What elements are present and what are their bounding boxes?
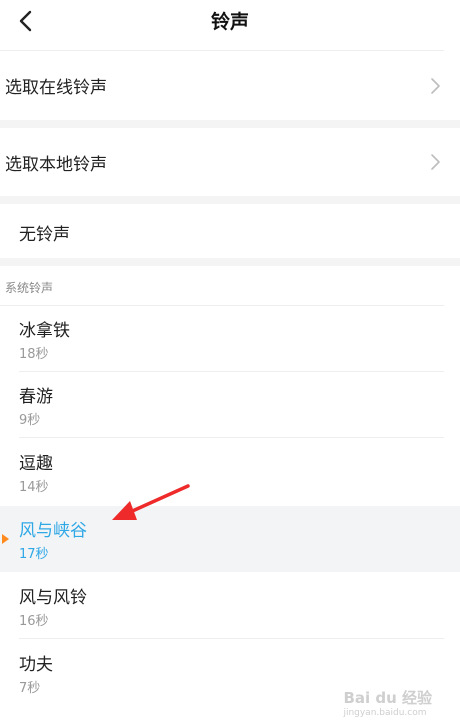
ringtone-duration: 7秒 (19, 681, 41, 696)
divider (19, 638, 444, 639)
ringtone-list-item[interactable]: 风与风铃 16秒 (0, 573, 460, 639)
ringtone-name: 春游 (19, 387, 53, 407)
chevron-right-icon (430, 152, 442, 172)
page-title: 铃声 (210, 11, 249, 33)
select-local-ringtone-row[interactable]: 选取本地铃声 (0, 128, 460, 196)
select-local-ringtone-label: 选取本地铃声 (5, 155, 107, 175)
ringtone-name: 功夫 (19, 655, 53, 675)
watermark-logo: Bai du 经验 jingyan.baidu.com (343, 689, 432, 718)
section-gap (0, 196, 460, 204)
section-gap (0, 120, 460, 128)
ringtone-duration: 9秒 (19, 413, 41, 428)
ringtone-duration: 14秒 (19, 480, 49, 495)
ringtone-list-item[interactable]: 冰拿铁 18秒 (0, 306, 460, 372)
ringtone-duration: 17秒 (19, 547, 49, 562)
divider (19, 437, 444, 438)
no-ringtone-label: 无铃声 (19, 225, 70, 245)
chevron-right-icon (430, 76, 442, 96)
section-gap (0, 258, 460, 266)
select-online-ringtone-row[interactable]: 选取在线铃声 (0, 51, 460, 120)
ringtone-name: 风与风铃 (19, 588, 87, 608)
ringtone-duration: 16秒 (19, 614, 49, 629)
ringtone-duration: 18秒 (19, 347, 49, 362)
ringtone-list-item-selected[interactable]: 风与峡谷 17秒 (0, 506, 460, 572)
ringtone-name: 风与峡谷 (19, 521, 87, 541)
ringtone-list-item[interactable]: 逗趣 14秒 (0, 439, 460, 505)
ringtone-name: 逗趣 (19, 454, 53, 474)
ringtone-list-item[interactable]: 春游 9秒 (0, 372, 460, 438)
now-playing-icon (2, 534, 9, 544)
select-online-ringtone-label: 选取在线铃声 (5, 78, 107, 98)
no-ringtone-row[interactable]: 无铃声 (0, 204, 460, 258)
top-bar: 铃声 (0, 0, 460, 50)
ringtone-name: 冰拿铁 (19, 321, 70, 341)
section-header: 系统铃声 (5, 281, 54, 295)
